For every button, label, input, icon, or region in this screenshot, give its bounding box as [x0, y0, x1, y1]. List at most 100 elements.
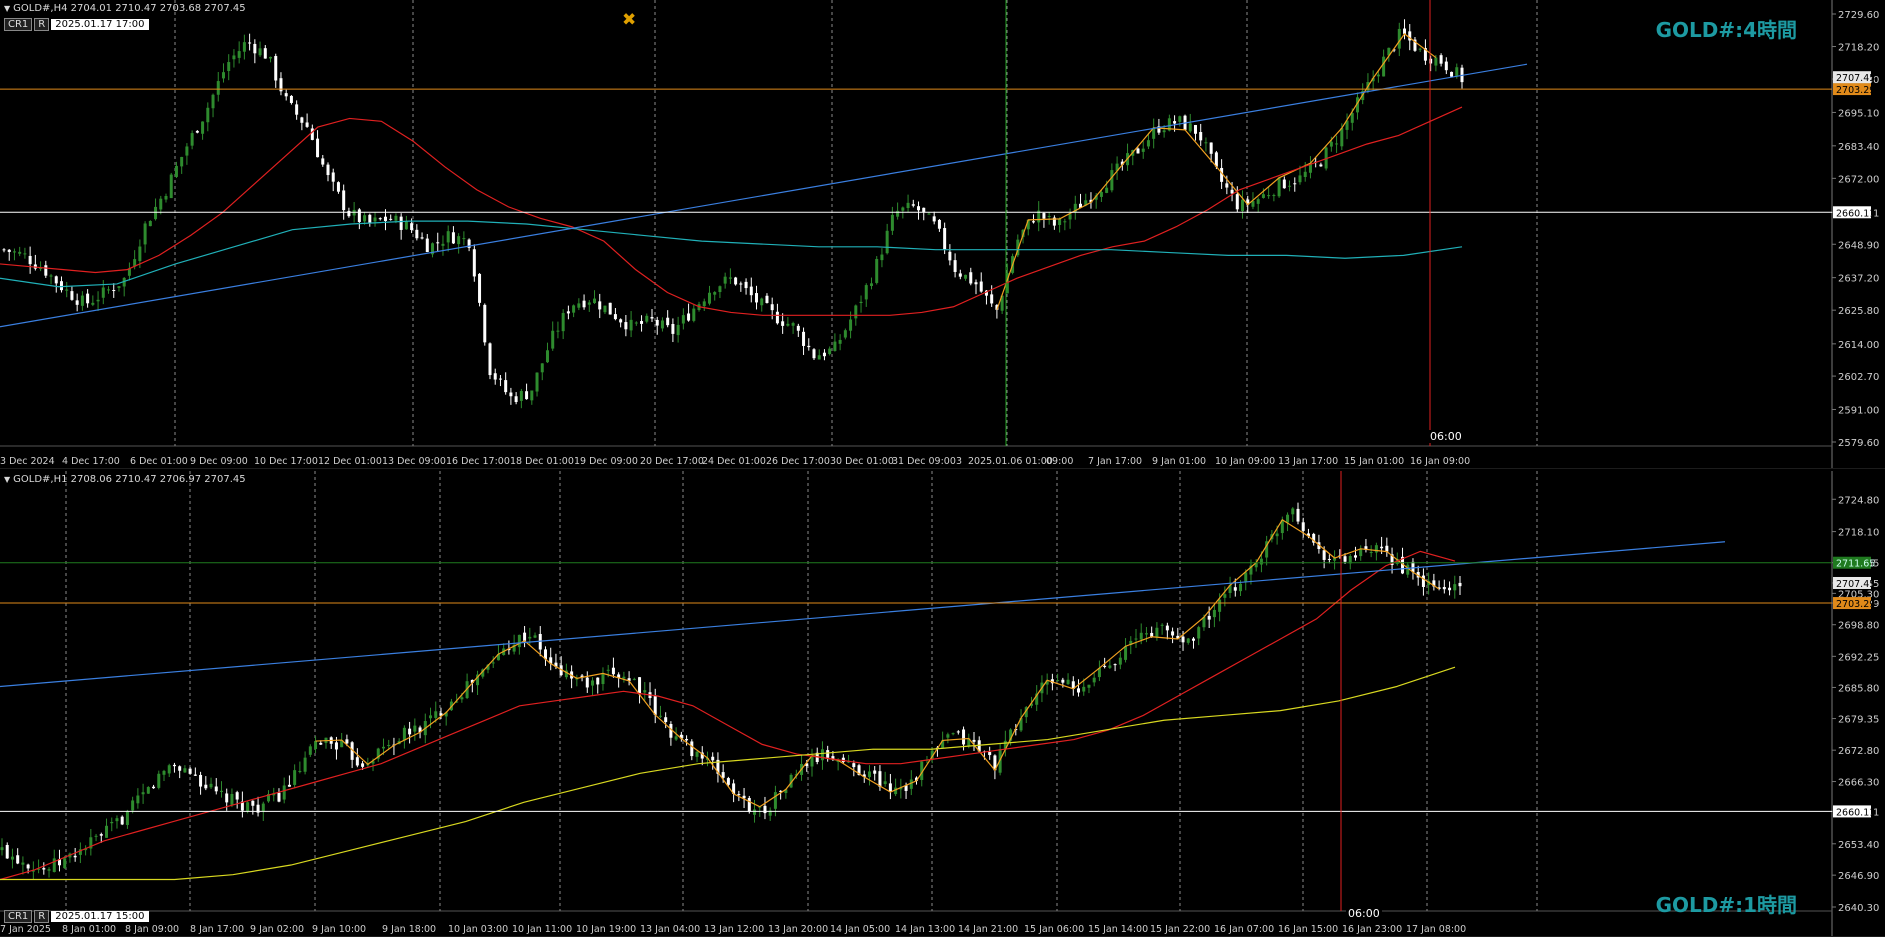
candle-body	[852, 763, 856, 768]
candle-body	[136, 795, 140, 804]
candle-body	[1382, 56, 1386, 77]
candle-body	[917, 206, 921, 211]
candle-body	[169, 174, 173, 199]
h1-chart-canvas[interactable]: 2724.802718.102711.652707.452705.302703.…	[0, 471, 1885, 936]
candle-body	[685, 738, 689, 741]
candle-body	[193, 774, 197, 776]
candle-body	[101, 287, 105, 298]
h1-r-box[interactable]: R	[34, 910, 50, 923]
candle-body	[7, 249, 11, 252]
candle-body	[1056, 680, 1060, 682]
x-tick-label: 19 Dec 09:00	[574, 456, 638, 467]
h1-cr1-box[interactable]: CR1	[4, 910, 33, 923]
candle-body	[1439, 55, 1443, 64]
candle-body	[221, 72, 225, 79]
candle-body	[1403, 28, 1407, 34]
candle-body	[216, 81, 220, 95]
crosshair-tool-icon[interactable]: ✖	[622, 10, 636, 30]
candle-body	[1068, 214, 1072, 220]
y-tick-label: 2718.10	[1838, 528, 1879, 539]
candle-body	[591, 680, 595, 686]
candle-body	[316, 138, 320, 158]
candle-body	[261, 803, 265, 812]
candle-body	[410, 223, 414, 230]
candle-body	[619, 319, 623, 323]
candle-body	[21, 862, 25, 865]
candle-body	[63, 858, 67, 869]
y-tick-label: 2672.00	[1838, 174, 1879, 185]
candle-body	[148, 221, 152, 227]
candle-body	[533, 635, 537, 638]
candle-body	[42, 868, 46, 870]
candle-body	[284, 93, 288, 97]
candle-body	[867, 771, 871, 778]
candle-body	[974, 282, 978, 285]
x-tick-label: 17 Jan 08:00	[1406, 924, 1466, 935]
candle-body	[658, 715, 662, 717]
candle-body	[622, 676, 626, 679]
x-tick-label: 6 Dec 01:00	[130, 456, 188, 467]
candle-body	[172, 764, 176, 767]
candle-body	[1343, 556, 1347, 562]
h1-chart-pane[interactable]: 2724.802718.102711.652707.452705.302703.…	[0, 471, 1885, 937]
candle-body	[1251, 201, 1255, 207]
candle-body	[864, 285, 868, 300]
collapse-triangle-icon[interactable]: ▼	[4, 475, 10, 484]
y-tick-label: 2672.80	[1838, 746, 1879, 757]
candle-body	[478, 273, 482, 303]
candle-body	[1282, 179, 1286, 189]
candle-body	[1359, 548, 1363, 557]
candle-body	[143, 223, 147, 245]
candle-body	[287, 784, 291, 787]
candle-body	[195, 130, 199, 133]
candle-body	[303, 757, 307, 772]
candle-body	[258, 48, 262, 56]
zigzag-line	[996, 33, 1437, 311]
candle-body	[749, 286, 753, 296]
candle-body	[269, 56, 273, 59]
trend-line	[0, 541, 1726, 688]
candle-body	[726, 778, 730, 785]
candle-body	[167, 765, 171, 774]
y-tick-label: 2646.90	[1838, 871, 1879, 882]
candle-body	[1335, 143, 1339, 145]
candle-body	[131, 800, 135, 811]
x-tick-label: 13 Jan 20:00	[768, 924, 828, 935]
candle-body	[1350, 113, 1354, 123]
y-tick-label: 2640.30	[1838, 903, 1879, 914]
candle-body	[1286, 514, 1290, 523]
candle-body	[54, 276, 58, 284]
candle-body	[674, 736, 678, 740]
x-tick-label: 18 Dec 01:00	[510, 456, 574, 467]
candle-body	[1103, 665, 1107, 667]
resistance-price-label: 2703.29	[1836, 85, 1875, 96]
candle-body	[70, 291, 74, 300]
candle-body	[676, 324, 680, 336]
candle-body	[650, 316, 654, 319]
candle-body	[26, 864, 30, 869]
candle-body	[305, 122, 309, 127]
h4-chart-title: GOLD#:4時間	[1655, 18, 1797, 42]
x-tick-label: 14 Jan 21:00	[958, 924, 1018, 935]
trend-line	[0, 63, 1528, 328]
candle-body	[293, 770, 297, 785]
x-tick-label: 13 Jan 04:00	[640, 924, 700, 935]
x-tick-label: 13 Jan 12:00	[704, 924, 764, 935]
candle-body	[775, 311, 779, 324]
candle-body	[1319, 164, 1323, 167]
collapse-triangle-icon[interactable]: ▼	[4, 4, 10, 13]
candle-body	[770, 304, 774, 311]
candle-body	[211, 94, 215, 109]
h4-chart-pane[interactable]: 2729.602718.202706.802695.102683.402672.…	[0, 0, 1885, 469]
candle-body	[107, 289, 111, 291]
y-tick-label: 2625.80	[1838, 306, 1879, 317]
candle-body	[237, 51, 241, 58]
candle-body	[295, 104, 299, 115]
h4-r-box[interactable]: R	[34, 18, 50, 31]
h4-cr1-box[interactable]: CR1	[4, 18, 33, 31]
candle-body	[308, 746, 312, 755]
candle-body	[956, 731, 960, 733]
candle-body	[1369, 552, 1373, 554]
h1-symbol-info: GOLD#,H1 2708.06 2710.47 2706.97 2707.45	[13, 474, 246, 485]
h4-chart-canvas[interactable]: 2729.602718.202706.802695.102683.402672.…	[0, 0, 1885, 468]
